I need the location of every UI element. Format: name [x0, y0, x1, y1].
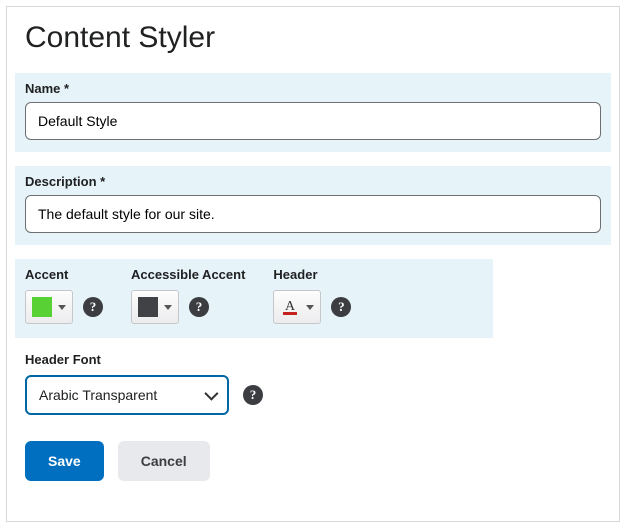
chevron-down-icon — [306, 305, 314, 310]
chevron-down-icon — [58, 305, 66, 310]
help-icon[interactable]: ? — [331, 297, 351, 317]
header-font-section: Header Font Arabic Transparent ? — [25, 352, 601, 415]
accent-group: Accent ? — [25, 267, 103, 324]
svg-text:A: A — [285, 299, 296, 314]
description-field-block: Description * — [15, 166, 611, 245]
name-label: Name * — [25, 81, 601, 96]
accessible-accent-group: Accessible Accent ? — [131, 267, 245, 324]
header-color-group: Header A ? — [273, 267, 351, 324]
accessible-accent-color-picker[interactable] — [131, 290, 179, 324]
help-icon[interactable]: ? — [243, 385, 263, 405]
header-color-label: Header — [273, 267, 351, 282]
page-title: Content Styler — [25, 21, 601, 55]
required-mark: * — [64, 81, 69, 96]
accessible-accent-swatch-icon — [138, 297, 158, 317]
header-style-icon: A — [280, 297, 300, 317]
required-mark: * — [100, 174, 105, 189]
chevron-down-icon — [205, 390, 215, 400]
accent-swatch-icon — [32, 297, 52, 317]
color-pickers-row: Accent ? Accessible Accent ? Header — [15, 259, 493, 338]
cancel-button[interactable]: Cancel — [118, 441, 210, 481]
help-icon[interactable]: ? — [189, 297, 209, 317]
header-font-value: Arabic Transparent — [39, 387, 157, 403]
name-label-text: Name — [25, 81, 60, 96]
accessible-accent-label: Accessible Accent — [131, 267, 245, 282]
save-button[interactable]: Save — [25, 441, 104, 481]
accent-color-picker[interactable] — [25, 290, 73, 324]
help-icon[interactable]: ? — [83, 297, 103, 317]
chevron-down-icon — [164, 305, 172, 310]
accent-label: Accent — [25, 267, 103, 282]
header-color-picker[interactable]: A — [273, 290, 321, 324]
content-styler-panel: Content Styler Name * Description * Acce… — [6, 6, 620, 522]
description-input[interactable] — [25, 195, 601, 233]
description-label-text: Description — [25, 174, 97, 189]
name-field-block: Name * — [15, 73, 611, 152]
header-font-select[interactable]: Arabic Transparent — [25, 375, 229, 415]
description-label: Description * — [25, 174, 601, 189]
form-actions: Save Cancel — [25, 441, 601, 481]
name-input[interactable] — [25, 102, 601, 140]
header-font-label: Header Font — [25, 352, 601, 367]
